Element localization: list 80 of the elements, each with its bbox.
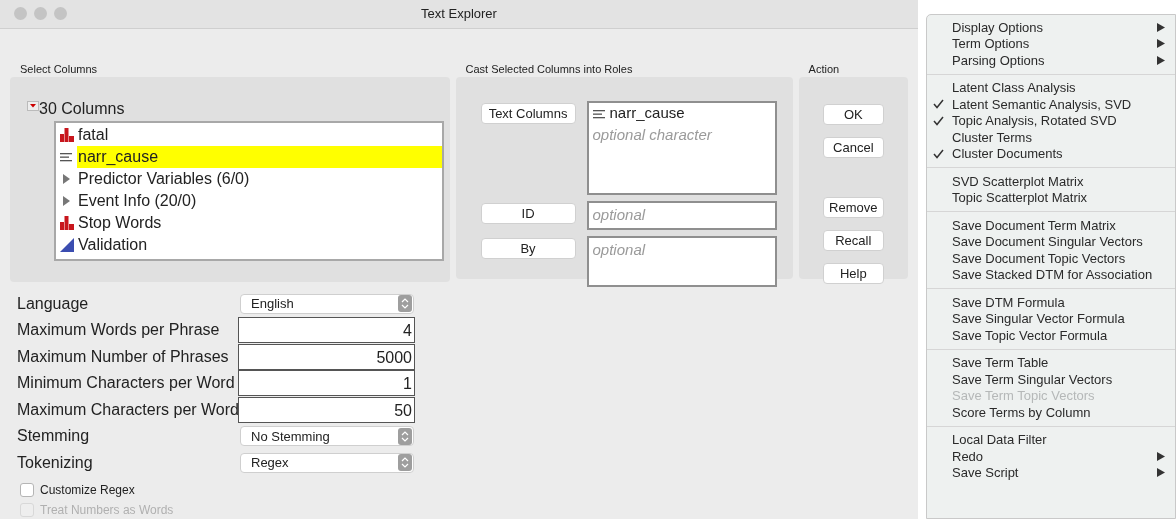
stepper-icon bbox=[398, 454, 412, 472]
triangle-icon bbox=[60, 237, 74, 252]
menu-item[interactable]: Save Document Singular Vectors bbox=[927, 233, 1175, 250]
zoom-icon[interactable] bbox=[54, 7, 67, 21]
menu-item[interactable]: Redo bbox=[927, 448, 1175, 465]
column-list-item[interactable]: Event Info (20/0) bbox=[77, 189, 442, 212]
checkbox-label: Treat Numbers as Words bbox=[40, 502, 174, 519]
section-label: Action bbox=[807, 61, 841, 77]
menu-item[interactable]: Local Data Filter bbox=[927, 431, 1175, 448]
option-label: Maximum Words per Phrase bbox=[16, 320, 221, 341]
column-list[interactable]: fatal narr_cause Predictor Variables (6/0) Event Info (20/0) Stop Words Validation bbox=[54, 120, 444, 261]
column-list-item[interactable]: Predictor Variables (6/0) bbox=[77, 167, 442, 190]
placeholder-text: optional bbox=[592, 204, 647, 225]
column-list-item[interactable]: Stop Words bbox=[77, 211, 442, 234]
role-button[interactable]: By bbox=[480, 237, 576, 259]
action-button[interactable]: Cancel bbox=[822, 136, 884, 158]
minimize-icon[interactable] bbox=[34, 7, 47, 21]
option-label: Minimum Characters per Word bbox=[16, 373, 236, 394]
role-entry: narr_cause bbox=[609, 103, 685, 124]
action-button[interactable]: OK bbox=[822, 103, 884, 125]
number-field[interactable]: 1 bbox=[238, 370, 415, 397]
action-button[interactable]: Help bbox=[822, 262, 884, 284]
menu-item[interactable]: Latent Semantic Analysis, SVD bbox=[927, 96, 1175, 113]
section-label: Cast Selected Columns into Roles bbox=[464, 61, 634, 77]
menu-item[interactable]: Term Options bbox=[927, 35, 1175, 52]
checkmark-icon bbox=[933, 115, 944, 126]
bar-chart-icon bbox=[60, 215, 74, 230]
placeholder-text: optional bbox=[592, 239, 647, 260]
number-field[interactable]: 5000 bbox=[238, 343, 415, 370]
action-button[interactable]: Remove bbox=[822, 196, 884, 218]
text-lines-icon bbox=[60, 151, 74, 162]
action-button[interactable]: Recall bbox=[822, 229, 884, 251]
menu-item: Save Term Topic Vectors bbox=[951, 387, 1096, 404]
text-lines-icon bbox=[592, 108, 607, 119]
stepper-icon bbox=[398, 295, 412, 313]
dropdown[interactable]: Regex bbox=[240, 452, 414, 473]
menu-item[interactable]: Topic Scatterplot Matrix bbox=[927, 189, 1175, 206]
window-title: Text Explorer bbox=[421, 6, 497, 21]
checkbox-label: Customize Regex bbox=[40, 482, 135, 499]
menu-item[interactable]: Save Singular Vector Formula bbox=[927, 310, 1175, 327]
section-label: Select Columns bbox=[19, 61, 99, 77]
column-list-item[interactable]: fatal bbox=[77, 123, 442, 146]
role-button[interactable]: ID bbox=[480, 202, 576, 224]
column-list-item[interactable]: narr_cause bbox=[77, 145, 442, 168]
checkmark-icon bbox=[933, 148, 944, 159]
option-label: Stemming bbox=[16, 426, 91, 447]
menu-item[interactable]: Latent Class Analysis bbox=[927, 79, 1175, 96]
option-label: Maximum Number of Phrases bbox=[16, 346, 230, 367]
checkmark-icon bbox=[933, 99, 944, 110]
stepper-icon bbox=[398, 427, 412, 445]
menu-item[interactable]: Save Stacked DTM for Association bbox=[927, 266, 1175, 283]
checkbox[interactable] bbox=[20, 483, 34, 497]
menu-item[interactable]: Save Script bbox=[927, 464, 1175, 481]
menu-item[interactable]: Cluster Documents bbox=[927, 145, 1175, 162]
menu-item[interactable]: SVD Scatterplot Matrix bbox=[927, 173, 1175, 190]
columns-count: 30 Columns bbox=[39, 98, 125, 119]
dropdown[interactable]: English bbox=[240, 293, 414, 314]
menu-item[interactable]: Save Document Topic Vectors bbox=[927, 250, 1175, 267]
menu-item[interactable]: Display Options bbox=[927, 19, 1175, 36]
menu-item[interactable]: Parsing Options bbox=[927, 52, 1175, 69]
menu-item[interactable]: Score Terms by Column bbox=[927, 404, 1175, 421]
bar-chart-icon bbox=[60, 127, 74, 142]
option-label: Tokenizing bbox=[16, 452, 94, 473]
close-icon[interactable] bbox=[14, 7, 27, 21]
role-button[interactable]: Text Columns bbox=[480, 102, 576, 124]
menu-item[interactable]: Topic Analysis, Rotated SVD bbox=[927, 112, 1175, 129]
menu-item[interactable]: Save DTM Formula bbox=[927, 294, 1175, 311]
option-label: Language bbox=[16, 293, 90, 314]
menu-item[interactable]: Save Term Singular Vectors bbox=[927, 371, 1175, 388]
option-label: Maximum Characters per Word bbox=[16, 399, 238, 420]
number-field[interactable]: 4 bbox=[238, 317, 415, 344]
column-list-item[interactable]: Validation bbox=[77, 233, 442, 256]
menu-item[interactable]: Cluster Terms bbox=[927, 129, 1175, 146]
number-field[interactable]: 50 bbox=[238, 396, 415, 423]
role-field[interactable]: narr_cause optional character bbox=[586, 100, 777, 195]
menu-item[interactable]: Save Topic Vector Formula bbox=[927, 327, 1175, 344]
placeholder-text: optional character bbox=[592, 124, 713, 145]
menu-item[interactable]: Save Document Term Matrix bbox=[927, 217, 1175, 234]
menu-item[interactable]: Save Term Table bbox=[927, 354, 1175, 371]
dropdown[interactable]: No Stemming bbox=[240, 426, 414, 447]
